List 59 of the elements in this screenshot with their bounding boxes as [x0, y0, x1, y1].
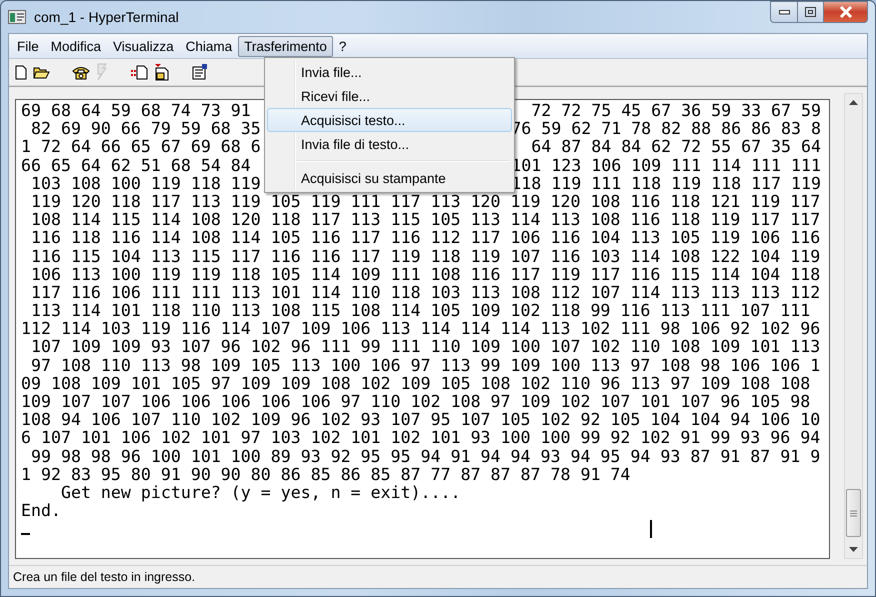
terminal-line: 99 98 98 96 100 101 100 89 93 92 95 95 94 91 94 94 93 94 95 94 93 87 91 87 91 9	[30, 448, 820, 466]
terminal-line: 113 114 101 118 110 113 108 115 108 114 105 109 102 118 99 116 113 111 107 111	[30, 302, 810, 320]
menu-item[interactable]: Acquisisci su stampante	[267, 166, 512, 190]
terminal-line: Get new picture? (y = yes, n = exit)....	[60, 484, 461, 502]
text-cursor	[21, 533, 30, 536]
maximize-button[interactable]	[798, 1, 824, 23]
menu-item[interactable]: Invia file...	[267, 60, 512, 84]
terminal-line: 101 123 106 109 111 114 111 111	[511, 156, 821, 175]
terminal-line: 106 113 100 119 119 118 105 114 109 111 108 116 117 119 117 116 115 114 104 118	[30, 266, 820, 284]
window-title: com_1 - HyperTerminal	[34, 9, 179, 25]
menu-item[interactable]: File	[11, 36, 45, 56]
terminal-line: 107 109 109 93 107 96 102 96 111 99 111 110 109 100 107 102 110 108 109 101 113	[30, 338, 820, 357]
scroll-down-icon[interactable]	[849, 547, 858, 552]
terminal-line: 82 69 90 66 79 59 68 35	[30, 120, 261, 138]
terminal-line: 97 108 110 113 98 109 105 113 100 106 97 113 99 109 100 113 97 108 98 106 106 1	[30, 356, 820, 375]
terminal-line: 69 68 64 59 68 74 73 91	[21, 102, 251, 120]
terminal-line: End.	[21, 502, 61, 520]
minimize-button[interactable]	[770, 1, 798, 23]
menu-item[interactable]: ?	[332, 36, 352, 56]
new-document-icon[interactable]	[15, 64, 27, 80]
maximize-icon	[805, 7, 816, 17]
terminal-line: 116 115 104 113 115 117 116 116 117 119 118 119 107 116 103 114 108 122 104 119	[30, 248, 820, 266]
terminal-line: 72 72 75 45 67 36 59 33 67 59	[531, 102, 821, 120]
terminal-line: 1 72 64 66 65 67 69 68 6	[21, 138, 261, 157]
properties-icon[interactable]	[192, 64, 208, 80]
terminal-line: 118 119 111 118 119 118 117 119	[511, 174, 821, 193]
close-button[interactable]	[824, 1, 868, 23]
menu-item[interactable]: Modifica	[44, 36, 108, 56]
close-icon	[838, 6, 852, 18]
scroll-thumb[interactable]	[846, 489, 861, 537]
terminal-line: 64 87 84 84 62 72 55 67 35 64	[531, 138, 821, 157]
terminal-line: 1 92 83 95 80 91 90 90 80 86 85 86 85 87 77 87 87 87 78 91 74	[21, 466, 630, 484]
send-document-icon[interactable]	[130, 64, 148, 80]
menu-item[interactable]: Acquisisci testo...	[267, 108, 512, 132]
menu-item[interactable]: Trasferimento	[238, 36, 333, 56]
terminal-line: 6 107 101 106 102 101 97 103 102 101 102 101 93 100 100 99 92 102 91 99 93 96 94	[21, 429, 820, 448]
terminal-line: 09 108 109 101 105 97 109 109 108 102 109 105 108 102 110 96 113 97 109 108 108	[21, 374, 810, 393]
folder-icon[interactable]	[33, 65, 50, 79]
terminal-line: 108 114 115 114 108 120 118 117 113 115 105 113 114 113 108 116 118 119 117 117	[30, 211, 820, 230]
menu-item[interactable]: Visualizza	[107, 36, 180, 56]
terminal-line: 108 94 106 107 110 102 109 96 102 93 107 95 107 105 102 92 105 104 104 94 106 10	[21, 411, 820, 430]
status-bar: Crea un file del testo in ingresso.	[9, 565, 867, 588]
receive-document-icon[interactable]	[154, 64, 170, 80]
terminal-line: 116 118 116 114 108 114 105 116 117 116 112 117 106 116 104 113 105 119 106 116	[30, 229, 820, 248]
scrollbar[interactable]	[844, 93, 863, 559]
terminal-line: 112 114 103 119 116 114 107 109 106 113 114 114 114 113 102 111 98 106 92 102 96	[21, 320, 820, 338]
menu-item[interactable]: Invia file di testo...	[267, 132, 512, 156]
terminal-line: 103 108 100 119 118 119	[30, 174, 261, 193]
terminal-line: 109 107 107 106 106 106 106 106 97 110 102 108 97 109 102 107 101 107 96 105 98	[21, 393, 810, 412]
grip-icon	[850, 510, 857, 516]
terminal-line: 117 116 106 111 111 113 101 114 110 118 103 113 108 112 107 114 113 113 113 112	[30, 284, 820, 302]
i-beam-cursor-icon	[650, 520, 653, 538]
menu-item[interactable]: Ricevi file...	[267, 84, 512, 108]
minimize-icon	[778, 10, 790, 14]
menu-item[interactable]: Chiama	[180, 36, 238, 56]
terminal-line: 119 120 118 117 113 119 105 119 111 117 113 120 119 120 108 116 118 121 119 117	[30, 192, 820, 212]
terminal-line: 66 65 64 62 51 68 54 84	[21, 156, 251, 175]
scroll-up-icon[interactable]	[849, 100, 858, 105]
app-icon	[8, 10, 26, 24]
